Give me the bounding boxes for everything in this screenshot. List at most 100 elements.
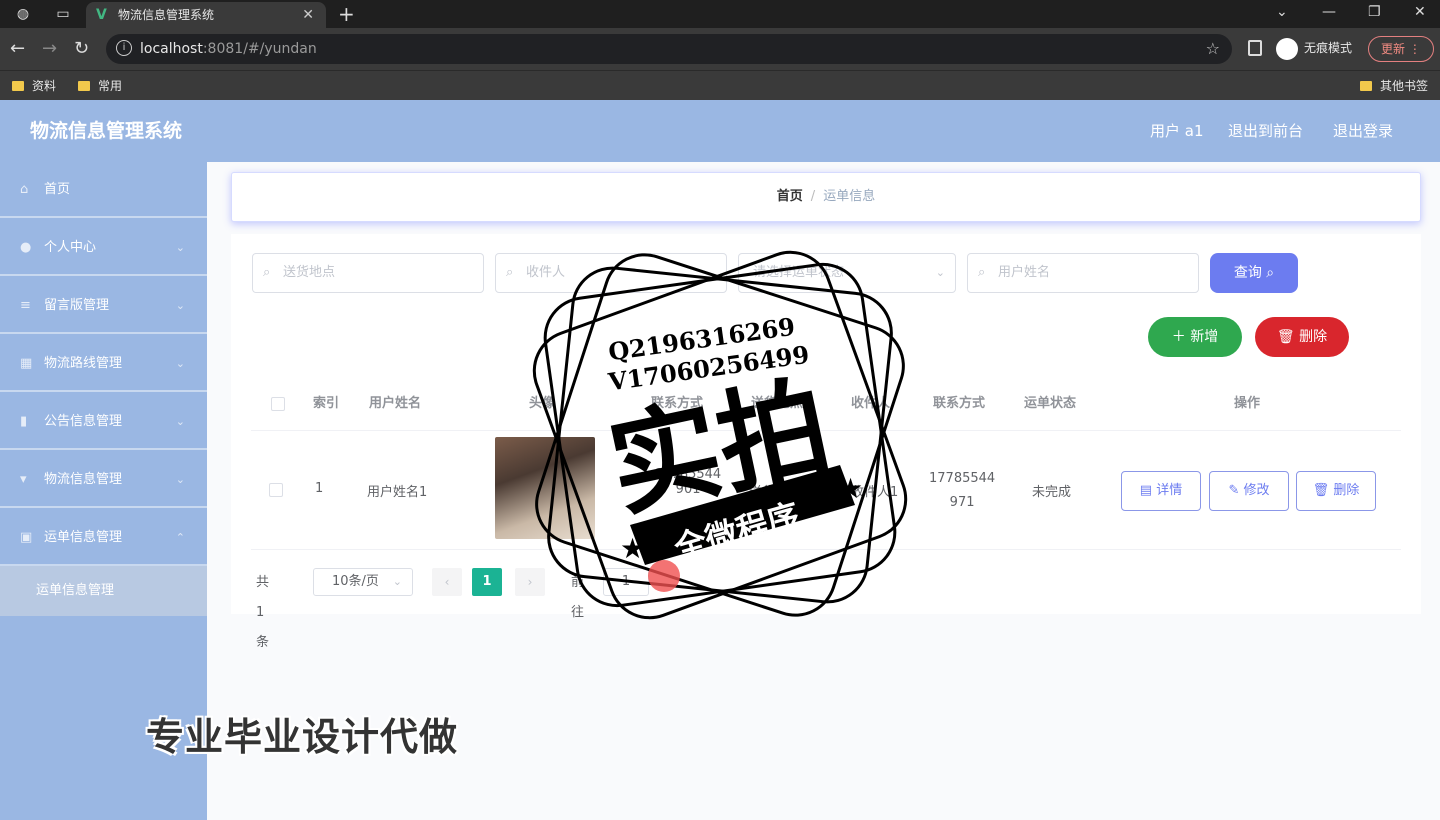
sidebar-item-logistics[interactable]: ▾ 物流信息管理 ⌄ xyxy=(0,452,207,508)
chevron-down-icon: ⌄ xyxy=(175,357,185,370)
update-button[interactable]: 更新 ⋮ xyxy=(1368,36,1434,62)
close-window-icon[interactable]: ✕ xyxy=(1414,2,1426,22)
app-title: 物流信息管理系统 xyxy=(30,120,183,142)
globe-icon[interactable]: ◍ xyxy=(14,5,32,23)
goto-page-input[interactable]: 1 xyxy=(603,568,649,596)
tab-strip-icon[interactable]: ▭ xyxy=(54,5,72,23)
prev-page-button[interactable]: ‹ xyxy=(432,568,462,596)
sidebar-item-waybills[interactable]: ▣ 运单信息管理 ⌃ xyxy=(0,510,207,566)
th-recipient: 收件人 xyxy=(851,396,891,411)
chevron-down-icon: ⌄ xyxy=(175,473,185,486)
vue-logo-icon: V xyxy=(96,7,107,23)
browser-toolbar: ← → ↻ i localhost:8081/#/yundan ☆ 无痕模式 更… xyxy=(0,28,1440,70)
incognito-indicator[interactable]: 无痕模式 xyxy=(1276,37,1352,60)
box-icon: ▣ xyxy=(20,530,33,545)
th-actions: 操作 xyxy=(1234,396,1261,411)
logout-link[interactable]: 退出登录 xyxy=(1333,100,1393,162)
restore-icon[interactable]: ❐ xyxy=(1368,2,1381,22)
pagination-total: 共 1 条 xyxy=(256,575,270,650)
bookmark-folder[interactable]: 常用 xyxy=(78,76,122,96)
breadcrumb-separator: / xyxy=(810,189,816,204)
breadcrumb: 首页 / 运单信息 xyxy=(231,172,1421,222)
sidebar-item-home[interactable]: ⌂ 首页 xyxy=(0,162,207,218)
table-row: 1 用户姓名1 17785544 901 送货地点1 收件人1 17785544 9… xyxy=(251,430,1401,550)
th-status: 运单状态 xyxy=(1024,396,1077,411)
bookmark-folder[interactable]: 资料 xyxy=(12,76,56,96)
status-select[interactable]: 请选择运单状态 ⌄ xyxy=(738,253,956,293)
search-address-input[interactable]: ⌕ 送货地点 xyxy=(252,253,484,293)
page-size-select[interactable]: 10条/页 ⌄ xyxy=(313,568,413,596)
plus-icon: ＋ xyxy=(1171,329,1186,345)
search-icon: ⌕ xyxy=(263,265,271,280)
trash-icon: 🗑 xyxy=(1312,483,1330,498)
browser-tabbar: ◍ ▭ V 物流信息管理系统 ✕ + ⌄ — ❐ ✕ xyxy=(0,0,1440,28)
cell-phone: 17785544 901 xyxy=(655,467,722,497)
cell-username: 用户姓名1 xyxy=(367,485,428,500)
back-to-front-link[interactable]: 退出到前台 xyxy=(1228,100,1303,162)
chevron-down-icon: ⌄ xyxy=(175,241,185,254)
chevron-up-icon: ⌃ xyxy=(175,531,185,544)
row-checkbox[interactable] xyxy=(269,483,283,497)
delete-button[interactable]: 🗑 删除 xyxy=(1296,471,1376,511)
folder-icon xyxy=(12,81,24,91)
back-icon[interactable]: ← xyxy=(10,38,25,60)
th-address: 送货地点 xyxy=(751,396,804,411)
search-icon: ⌕ xyxy=(506,265,514,280)
add-button[interactable]: ＋ 新增 xyxy=(1148,317,1242,357)
notice-icon: ▮ xyxy=(20,414,28,429)
sidebar-item-profile[interactable]: ● 个人中心 ⌄ xyxy=(0,220,207,276)
app-header: 物流信息管理系统 用户 a1 退出到前台 退出登录 xyxy=(0,100,1440,162)
tab-close-icon[interactable]: ✕ xyxy=(302,2,314,28)
site-info-icon[interactable]: i xyxy=(116,40,132,56)
browser-tab[interactable]: V 物流信息管理系统 ✕ xyxy=(86,2,326,28)
mouse-cursor-highlight xyxy=(648,560,680,592)
list-icon: ≡ xyxy=(20,298,31,313)
edit-icon: ✎ xyxy=(1228,483,1240,498)
sidebar-subitem-waybills[interactable]: 运单信息管理 xyxy=(0,566,207,616)
folder-icon xyxy=(78,81,90,91)
breadcrumb-home[interactable]: 首页 xyxy=(777,189,803,204)
search-username-input[interactable]: ⌕ 用户姓名 xyxy=(967,253,1199,293)
chevron-down-icon: ⌄ xyxy=(392,575,402,588)
chevron-down-icon: ⌄ xyxy=(175,415,185,428)
cell-status: 未完成 xyxy=(1032,485,1072,500)
page-number-active[interactable]: 1 xyxy=(472,568,502,596)
bookmarks-bar: 资料 常用 其他书签 xyxy=(0,70,1440,100)
cell-index: 1 xyxy=(315,481,324,496)
reload-icon[interactable]: ↻ xyxy=(74,38,89,60)
sidebar-item-routes[interactable]: ▦ 物流路线管理 ⌄ xyxy=(0,336,207,392)
select-all-checkbox[interactable] xyxy=(271,397,285,411)
detail-button[interactable]: ▤ 详情 xyxy=(1121,471,1201,511)
tab-search-icon[interactable]: ⌄ xyxy=(1276,2,1288,22)
trash-icon: 🗑 xyxy=(1276,329,1295,345)
incognito-icon xyxy=(1276,37,1298,60)
bookmark-star-icon[interactable]: ☆ xyxy=(1206,34,1220,64)
chevron-down-icon: ⌄ xyxy=(935,266,945,279)
sidebar-item-messages[interactable]: ≡ 留言版管理 ⌄ xyxy=(0,278,207,334)
th-avatar: 头像 xyxy=(529,396,556,411)
bottom-watermark: 专业毕业设计代做 xyxy=(146,715,459,759)
cell-recipient-phone: 17785544 971 xyxy=(929,471,996,510)
new-tab-icon[interactable]: + xyxy=(338,2,355,26)
th-username: 用户姓名 xyxy=(369,396,422,411)
side-panel-icon[interactable] xyxy=(1248,40,1262,56)
breadcrumb-current: 运单信息 xyxy=(823,189,876,204)
cell-address: 送货地点1 xyxy=(749,485,810,500)
route-icon: ▦ xyxy=(20,356,33,371)
address-bar[interactable]: i localhost:8081/#/yundan ☆ xyxy=(106,34,1232,64)
batch-delete-button[interactable]: 🗑 删除 xyxy=(1255,317,1349,357)
minimize-icon[interactable]: — xyxy=(1322,2,1336,22)
avatar xyxy=(495,437,595,539)
other-bookmarks[interactable]: 其他书签 xyxy=(1360,76,1428,96)
edit-button[interactable]: ✎ 修改 xyxy=(1209,471,1289,511)
search-recipient-input[interactable]: ⌕ 收件人 xyxy=(495,253,727,293)
current-user: 用户 a1 xyxy=(1150,122,1204,140)
table-header: 索引 用户姓名 头像 联系方式 送货地点 收件人 联系方式 运单状态 操作 xyxy=(251,382,1401,426)
next-page-button[interactable]: › xyxy=(515,568,545,596)
chevron-down-icon: ⌄ xyxy=(175,299,185,312)
sidebar-item-notices[interactable]: ▮ 公告信息管理 ⌄ xyxy=(0,394,207,450)
th-recipient-phone: 联系方式 xyxy=(933,396,986,411)
goto-label: 前往 xyxy=(571,575,585,620)
query-button[interactable]: 查询 ⌕ xyxy=(1210,253,1298,293)
forward-icon[interactable]: → xyxy=(42,38,57,60)
